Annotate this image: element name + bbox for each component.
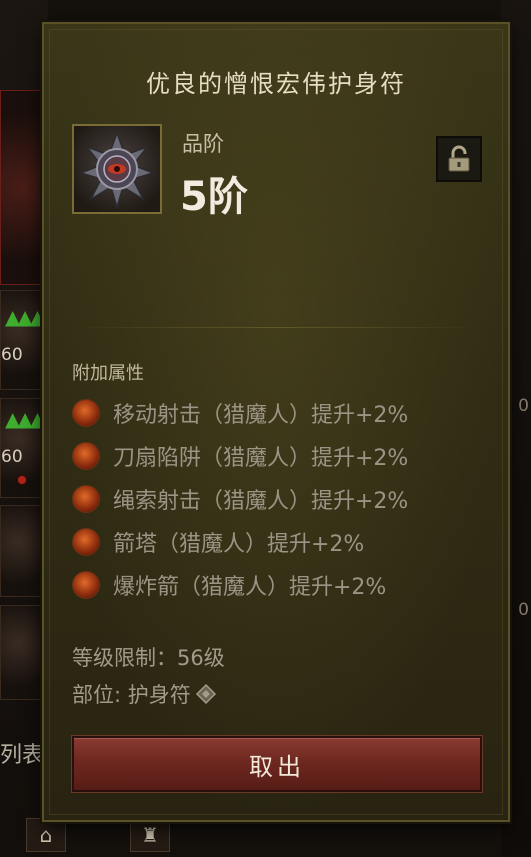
amulet-slot-icon (195, 683, 217, 705)
equipment-slot[interactable]: ▲▲▲ 60 (0, 290, 46, 390)
amulet-gem-icon (72, 124, 162, 214)
arrow-skill-icon (72, 398, 100, 427)
grade-value: 5阶 (180, 174, 248, 220)
attribute-row: 爆炸箭（猎魔人）提升+2% (72, 563, 408, 606)
attributes-title: 附加属性 (72, 363, 144, 384)
blade-fan-skill-icon (72, 441, 100, 470)
equipment-slot[interactable]: ▲▲▲ 60 (0, 398, 46, 498)
notification-dot (17, 475, 27, 485)
attribute-row: 箭塔（猎魔人）提升+2% (72, 520, 408, 563)
unlocked-padlock-icon (448, 145, 470, 172)
attribute-text: 绳索射击（猎魔人）提升+2% (113, 488, 409, 514)
attribute-text: 移动射击（猎魔人）提升+2% (113, 402, 409, 428)
explosive-arrow-skill-icon (72, 570, 100, 599)
item-tooltip: 优良的憎恨宏伟护身符 品阶 5阶 附加属性 移动射击（猎魔人）提升+2% 刀扇陷… (42, 22, 510, 822)
attribute-text: 箭塔（猎魔人）提升+2% (113, 531, 365, 557)
attribute-row: 刀扇陷阱（猎魔人）提升+2% (72, 434, 408, 477)
attribute-row: 绳索射击（猎魔人）提升+2% (72, 477, 408, 520)
list-tab-label[interactable]: 列表 (0, 737, 44, 769)
right-panel-value: 0 (518, 600, 529, 620)
slot-info: 部位: 护身符 (72, 679, 217, 709)
item-name: 优良的憎恨宏伟护身符 (146, 70, 406, 98)
equipment-slot[interactable] (0, 90, 46, 285)
slot-label: 部位: 护身符 (72, 683, 191, 707)
chest-nav-icon[interactable]: ⌂ (26, 818, 66, 852)
attribute-list: 移动射击（猎魔人）提升+2% 刀扇陷阱（猎魔人）提升+2% 绳索射击（猎魔人）提… (72, 391, 408, 606)
attribute-row: 移动射击（猎魔人）提升+2% (72, 391, 408, 434)
section-divider (72, 327, 480, 328)
attribute-text: 刀扇陷阱（猎魔人）提升+2% (113, 445, 409, 471)
equipment-slot[interactable] (0, 605, 46, 700)
rope-shot-skill-icon (72, 484, 100, 513)
right-panel-value: 0 (518, 396, 529, 416)
upgrade-count: 60 (1, 447, 23, 467)
arrow-tower-skill-icon (72, 527, 100, 556)
upgrade-arrows-icon: ▲▲▲ (5, 407, 45, 431)
lock-toggle-button[interactable] (436, 136, 482, 182)
grade-label: 品阶 (182, 132, 224, 156)
upgrade-arrows-icon: ▲▲▲ (5, 305, 45, 329)
take-out-button[interactable]: 取出 (72, 736, 482, 792)
level-requirement: 等级限制：56级 (72, 646, 225, 670)
attribute-text: 爆炸箭（猎魔人）提升+2% (113, 574, 387, 600)
equipment-slot[interactable] (0, 505, 46, 597)
altar-nav-icon[interactable]: ♜ (130, 818, 170, 852)
upgrade-count: 60 (1, 345, 23, 365)
